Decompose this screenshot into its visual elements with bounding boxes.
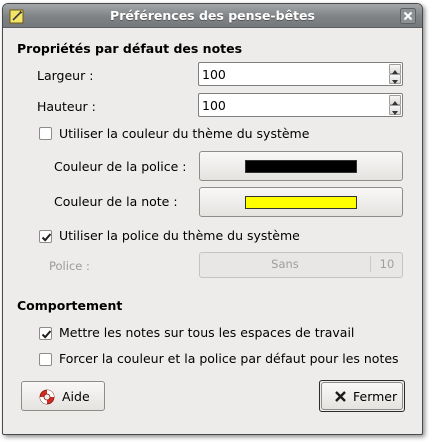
width-label: Largeur :	[37, 68, 94, 83]
checkmark-icon	[41, 233, 52, 242]
use-system-font-label[interactable]: Utiliser la police du thème du système	[59, 228, 300, 243]
use-system-color-label[interactable]: Utiliser la couleur du thème du système	[59, 126, 309, 141]
use-system-font-checkbox[interactable]	[39, 230, 52, 243]
close-button-label: Fermer	[353, 389, 398, 404]
width-spinbutton[interactable]	[198, 62, 403, 86]
use-system-color-checkbox[interactable]	[39, 127, 52, 140]
all-workspaces-checkbox[interactable]	[39, 327, 52, 340]
defaults-section-title: Propriétés par défaut des notes	[17, 41, 243, 56]
font-name: Sans	[271, 257, 299, 271]
help-button-label: Aide	[62, 389, 90, 404]
close-button[interactable]: Fermer	[321, 382, 403, 410]
font-picker-button[interactable]: Sans 10	[199, 252, 403, 278]
note-color-swatch	[245, 196, 357, 209]
font-size: 10	[379, 257, 395, 271]
title-bar[interactable]: Préférences des pense-bêtes	[3, 4, 422, 28]
preferences-dialog: Préférences des pense-bêtes Propriétés p…	[2, 3, 423, 435]
height-spin-arrows[interactable]	[389, 95, 401, 115]
behavior-section-title: Comportement	[17, 298, 123, 313]
font-separator	[370, 256, 371, 272]
width-increment-button[interactable]	[389, 64, 401, 74]
x-icon	[334, 390, 347, 406]
font-color-button[interactable]	[199, 151, 403, 181]
height-input[interactable]	[200, 95, 380, 115]
width-input[interactable]	[200, 64, 380, 84]
font-color-swatch	[245, 160, 357, 173]
close-icon[interactable]	[400, 8, 416, 24]
checkmark-icon	[41, 330, 52, 339]
font-label: Police :	[49, 259, 90, 273]
window-title: Préférences des pense-bêtes	[110, 8, 315, 23]
height-label: Hauteur :	[37, 99, 96, 114]
width-spin-arrows[interactable]	[389, 64, 401, 84]
height-decrement-button[interactable]	[389, 105, 401, 115]
note-color-label: Couleur de la note :	[54, 194, 178, 209]
force-defaults-checkbox[interactable]	[39, 353, 52, 366]
font-color-label: Couleur de la police :	[54, 159, 187, 174]
height-spinbutton[interactable]	[198, 93, 403, 117]
width-decrement-button[interactable]	[389, 74, 401, 84]
height-increment-button[interactable]	[389, 95, 401, 105]
all-workspaces-label[interactable]: Mettre les notes sur tous les espaces de…	[59, 325, 354, 340]
force-defaults-label[interactable]: Forcer la couleur et la police par défau…	[59, 351, 399, 366]
lifebuoy-icon	[39, 389, 55, 408]
note-color-button[interactable]	[199, 187, 403, 217]
help-button[interactable]: Aide	[21, 381, 105, 411]
